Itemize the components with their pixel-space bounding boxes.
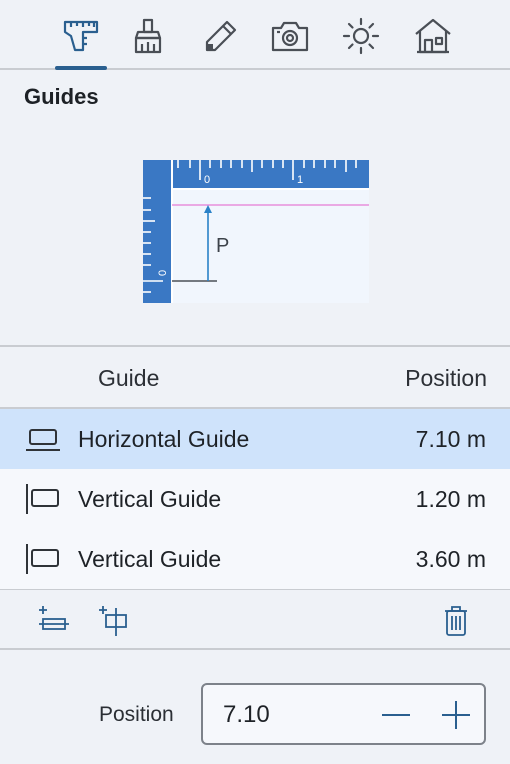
guide-position: 1.20 m bbox=[415, 486, 486, 512]
house-icon bbox=[415, 18, 451, 54]
vertical-guide-icon bbox=[26, 544, 59, 574]
guide-name: Vertical Guide bbox=[78, 486, 222, 512]
add-horizontal-guide-button[interactable] bbox=[37, 604, 71, 638]
tool-measure[interactable] bbox=[54, 8, 108, 70]
tool-edit[interactable] bbox=[192, 8, 246, 64]
position-stepper bbox=[201, 683, 486, 745]
tool-camera[interactable] bbox=[263, 8, 317, 64]
vertical-guide-icon bbox=[26, 484, 59, 514]
section-title: Guides bbox=[24, 84, 99, 109]
table-header: Guide Position bbox=[0, 347, 510, 409]
camera-icon bbox=[271, 21, 309, 52]
toolbar bbox=[0, 0, 510, 70]
guide-position: 3.60 m bbox=[415, 546, 486, 572]
plus-icon bbox=[442, 701, 470, 729]
add-vertical-guide-button[interactable] bbox=[97, 604, 131, 638]
guide-actions bbox=[0, 592, 510, 650]
sun-icon bbox=[342, 17, 380, 55]
guide-name: Vertical Guide bbox=[78, 546, 222, 572]
position-label: Position bbox=[99, 703, 174, 726]
tool-paint[interactable] bbox=[121, 8, 175, 64]
brush-icon bbox=[134, 18, 162, 54]
trash-icon bbox=[445, 606, 467, 636]
tool-light[interactable] bbox=[334, 8, 388, 64]
column-header-guide[interactable]: Guide bbox=[98, 365, 159, 392]
minus-icon bbox=[382, 714, 410, 716]
guide-position: 7.10 m bbox=[415, 426, 486, 452]
add-vertical-guide-icon bbox=[99, 606, 127, 636]
increment-button[interactable] bbox=[439, 699, 473, 731]
pencil-icon bbox=[205, 20, 237, 52]
marker-label: P bbox=[216, 235, 229, 257]
column-header-position[interactable]: Position bbox=[405, 365, 487, 392]
caliper-ruler-icon bbox=[63, 20, 99, 52]
position-input[interactable] bbox=[223, 699, 363, 731]
delete-guide-button[interactable] bbox=[439, 604, 473, 638]
guides-table: Guide Position Horizontal Guide 7.10 m V… bbox=[0, 345, 510, 590]
table-row[interactable]: Vertical Guide 1.20 m bbox=[0, 469, 510, 529]
horizontal-guide-icon bbox=[26, 429, 60, 451]
tool-house[interactable] bbox=[406, 8, 460, 64]
ruler-top-label-0: 0 bbox=[204, 174, 210, 186]
table-row[interactable]: Horizontal Guide 7.10 m bbox=[0, 409, 510, 469]
decrement-button[interactable] bbox=[379, 699, 413, 731]
ruler-top-label-1: 1 bbox=[297, 174, 303, 186]
table-row[interactable]: Vertical Guide 3.60 m bbox=[0, 529, 510, 589]
guide-illustration: 0 1 0 P bbox=[143, 160, 369, 303]
add-horizontal-guide-icon bbox=[39, 606, 69, 630]
ruler-left-label-0: 0 bbox=[157, 270, 169, 276]
guide-name: Horizontal Guide bbox=[78, 426, 250, 452]
